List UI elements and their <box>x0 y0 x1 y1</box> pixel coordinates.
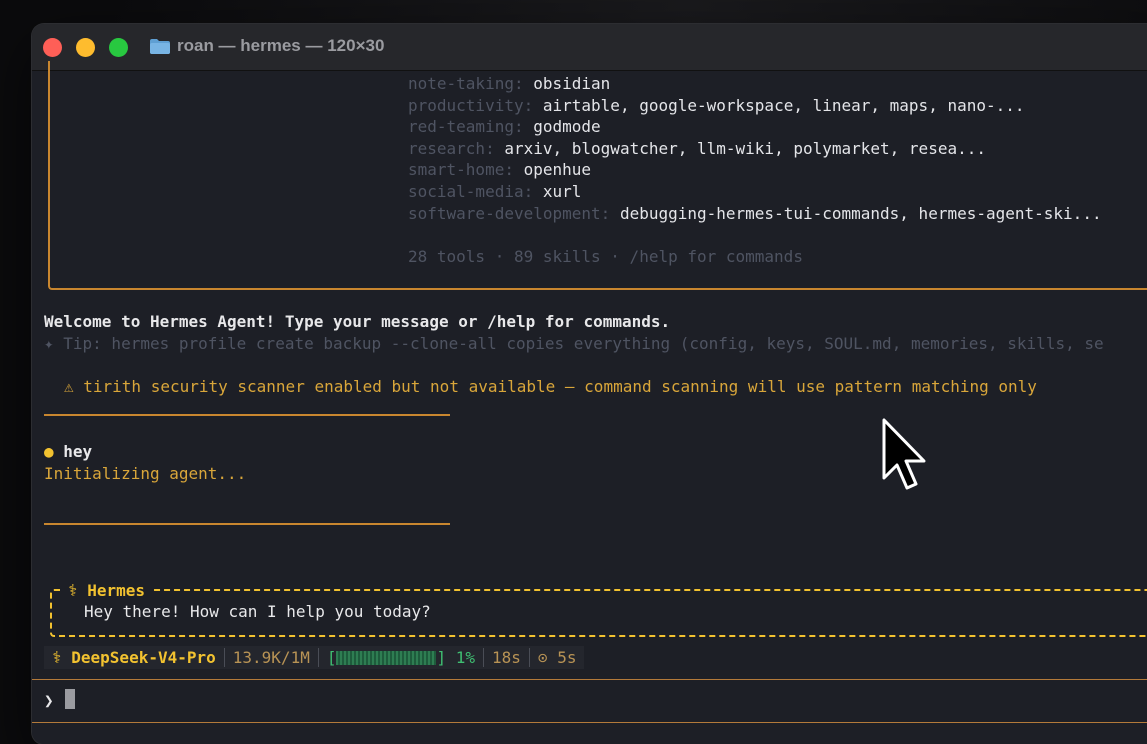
timer: ⊙ 5s <box>530 647 585 669</box>
context-meter: [] 1% <box>319 647 483 669</box>
minimize-button[interactable] <box>76 38 95 57</box>
prompt-symbol: ❯ <box>44 690 54 712</box>
user-message: ● hey <box>44 441 92 463</box>
assistant-message: Hey there! How can I help you today? <box>84 601 431 623</box>
divider <box>44 523 450 525</box>
context-percent: 1% <box>456 648 475 667</box>
mouse-pointer-icon <box>880 416 930 496</box>
zoom-button[interactable] <box>109 38 128 57</box>
skill-row: red-teaming: godmode <box>408 116 601 138</box>
skill-row: note-taking: obsidian <box>408 73 610 95</box>
tip-line: ✦ Tip: hermes profile create backup --cl… <box>44 333 1104 355</box>
welcome-message: Welcome to Hermes Agent! Type your messa… <box>44 311 670 333</box>
text-cursor[interactable] <box>65 689 75 709</box>
terminal-content[interactable]: note-taking: obsidian productivity: airt… <box>32 71 1147 744</box>
status-bar: ⚕ DeepSeek-V4-Pro 13.9K/1M [] 1% 18s ⊙ 5… <box>44 646 584 669</box>
model-name: ⚕ DeepSeek-V4-Pro <box>44 647 224 669</box>
agent-status: Initializing agent... <box>44 463 246 485</box>
skill-row: software-development: debugging-hermes-t… <box>408 203 1102 225</box>
user-bullet: ● <box>44 442 54 461</box>
assistant-name: ⚕ Hermes <box>62 580 151 602</box>
skill-row: productivity: airtable, google-workspace… <box>408 95 1025 117</box>
divider <box>44 414 450 416</box>
input-bottom-rule <box>32 722 1147 723</box>
skill-row: smart-home: openhue <box>408 159 591 181</box>
input-top-rule <box>32 679 1147 680</box>
token-usage: 13.9K/1M <box>225 647 318 669</box>
security-warning: ⚠ tirith security scanner enabled but no… <box>64 376 1037 398</box>
window-title: roan — hermes — 120×30 <box>177 36 384 56</box>
skill-row: social-media: xurl <box>408 181 581 203</box>
terminal-window: roan — hermes — 120×30 note-taking: obsi… <box>32 24 1147 744</box>
skill-row: research: arxiv, blogwatcher, llm-wiki, … <box>408 138 986 160</box>
folder-icon <box>150 39 170 54</box>
elapsed-time: 18s <box>484 647 529 669</box>
tools-summary: 28 tools · 89 skills · /help for command… <box>408 246 803 268</box>
context-progress-bar <box>336 651 436 665</box>
close-button[interactable] <box>43 38 62 57</box>
